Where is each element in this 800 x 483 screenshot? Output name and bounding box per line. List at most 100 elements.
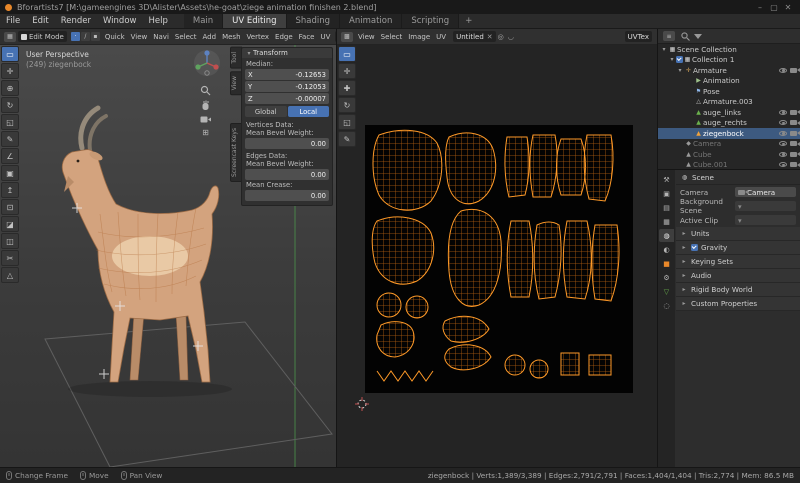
menu-add[interactable]: Add [200,33,220,41]
camera-field[interactable]: Camera [735,187,796,197]
tab-main[interactable]: Main [183,14,224,28]
menu-select[interactable]: Select [172,33,200,41]
properties-editor[interactable]: ⚒ ▣ ▤ ▦ ◍ ◐ ■ ⚙ ▽ ◌ ◍ Scene Camera Camer… [658,170,800,467]
cursor-tool[interactable]: ✛ [1,63,19,79]
uv-image-canvas[interactable] [365,125,633,393]
poly-build-tool[interactable]: △ [1,267,19,283]
scale-tool[interactable]: ◱ [1,114,19,130]
outliner-row-scene-collection[interactable]: ▾ ▦ Scene Collection [658,44,800,55]
menu-file[interactable]: File [0,14,26,28]
camera-view-icon[interactable] [200,115,211,124]
menu-edit[interactable]: Edit [26,14,54,28]
unlink-image-icon[interactable]: ✕ [487,33,493,41]
vertex-select-button[interactable]: · [70,32,80,41]
face-select-button[interactable]: ▪ [90,32,100,41]
hide-eye-icon[interactable] [779,141,787,147]
scale-tool[interactable]: ◱ [338,114,356,130]
active-clip-field[interactable]: ▾ [735,215,796,225]
add-cube-tool[interactable]: ▣ [1,165,19,181]
menu-window[interactable]: Window [97,14,143,28]
extrude-tool[interactable]: ↥ [1,182,19,198]
render-visibility-icon[interactable] [790,67,800,73]
tab-uv-editing[interactable]: UV Editing [223,14,287,28]
render-visibility-icon[interactable] [790,141,800,147]
perspective-toggle-icon[interactable]: ⊞ [202,128,209,137]
global-button[interactable]: Global [245,106,287,117]
pan-hand-icon[interactable] [200,100,211,111]
physics-properties-tab[interactable]: ◌ [659,299,674,312]
editor-type-icon[interactable]: ▦ [4,31,16,42]
edge-bevel-field[interactable]: 0.00 [245,169,329,180]
vertex-bevel-field[interactable]: 0.00 [245,138,329,149]
scene-properties-tab[interactable]: ◍ [659,229,674,242]
hide-eye-icon[interactable] [779,67,787,73]
rotate-tool[interactable]: ↻ [338,97,356,113]
expand-icon[interactable]: ▾ [660,46,668,53]
edge-crease-field[interactable]: 0.00 [245,190,329,201]
hide-eye-icon[interactable] [779,120,787,126]
rotate-tool[interactable]: ↻ [1,97,19,113]
object-properties-tab[interactable]: ■ [659,257,674,270]
view-layer-properties-tab[interactable]: ▦ [659,215,674,228]
minimize-button[interactable]: – [753,3,767,12]
hide-eye-icon[interactable] [779,151,787,157]
hide-eye-icon[interactable] [779,130,787,136]
outliner-row-ziegenbock[interactable]: ▲ ziegenbock [658,128,800,139]
uv-menu-select[interactable]: Select [378,33,406,41]
collection-checkbox[interactable] [676,56,683,64]
tab-shading[interactable]: Shading [286,14,341,28]
modifier-properties-tab[interactable]: ⚙ [659,271,674,284]
outliner-row-armature[interactable]: ▾ ✛ Armature [658,65,800,76]
expand-icon[interactable]: ▾ [676,67,684,74]
uv-menu-uv[interactable]: UV [433,33,449,41]
menu-render[interactable]: Render [55,14,97,28]
section-units[interactable]: ▸ Units [676,227,800,241]
edge-select-button[interactable]: / [80,32,90,41]
outliner-row-auge-rechts[interactable]: ▲ auge_rechts [658,118,800,129]
menu-vertex[interactable]: Vertex [244,33,273,41]
move-tool[interactable]: ⊕ [1,80,19,96]
background-scene-field[interactable]: ▾ [735,201,796,211]
menu-edge[interactable]: Edge [272,33,296,41]
cursor-tool[interactable]: ✛ [338,63,356,79]
median-y-field[interactable]: Y -0.12053 [245,81,329,92]
bevel-tool[interactable]: ◪ [1,216,19,232]
render-properties-tab[interactable]: ▣ [659,187,674,200]
orientation-dropdown[interactable]: Global [335,31,336,42]
menu-quick[interactable]: Quick [102,33,128,41]
uv-2d-cursor[interactable] [355,397,369,411]
tool-properties-tab[interactable]: ⚒ [659,173,674,186]
knife-tool[interactable]: ✂ [1,250,19,266]
tab-scripting[interactable]: Scripting [402,14,460,28]
render-visibility-icon[interactable] [790,120,800,126]
filter-icon[interactable] [694,33,702,39]
menu-uv[interactable]: UV [318,33,334,41]
section-custom-properties[interactable]: ▸ Custom Properties [676,297,800,311]
mode-dropdown[interactable]: Edit Mode [18,31,67,42]
output-properties-tab[interactable]: ▤ [659,201,674,214]
inset-faces-tool[interactable]: ⊡ [1,199,19,215]
maximize-button[interactable]: ▢ [767,3,781,12]
uv-snap-icon[interactable]: ◡ [506,33,516,41]
median-z-field[interactable]: Z -0.00007 [245,93,329,104]
render-visibility-icon[interactable] [790,151,800,157]
pivot-icon[interactable]: ◎ [496,33,506,41]
zoom-icon[interactable] [200,85,211,96]
goat-mesh[interactable] [61,105,220,383]
local-button[interactable]: Local [287,106,329,117]
outliner-row-animation[interactable]: ▶ Animation [658,76,800,87]
outliner-row-collection-1[interactable]: ▾ ▦ Collection 1 [658,55,800,66]
world-properties-tab[interactable]: ◐ [659,243,674,256]
outliner-row-auge-links[interactable]: ▲ auge_links [658,107,800,118]
close-button[interactable]: ✕ [781,3,795,12]
section-keying-sets[interactable]: ▸ Keying Sets [676,255,800,269]
section-audio[interactable]: ▸ Audio [676,269,800,283]
hide-eye-icon[interactable] [779,162,787,168]
image-selector[interactable]: Untitled ✕ [453,31,496,42]
outliner[interactable]: ≡ ▾ ▦ Scene Collection ▾ ▦ Collection 1 … [658,29,800,169]
move-tool[interactable]: ✚ [338,80,356,96]
add-workspace-button[interactable]: + [459,14,478,28]
uv-map-selector[interactable]: UVTex [624,31,652,42]
section-gravity[interactable]: ▸ Gravity [676,241,800,255]
menu-help[interactable]: Help [142,14,173,28]
